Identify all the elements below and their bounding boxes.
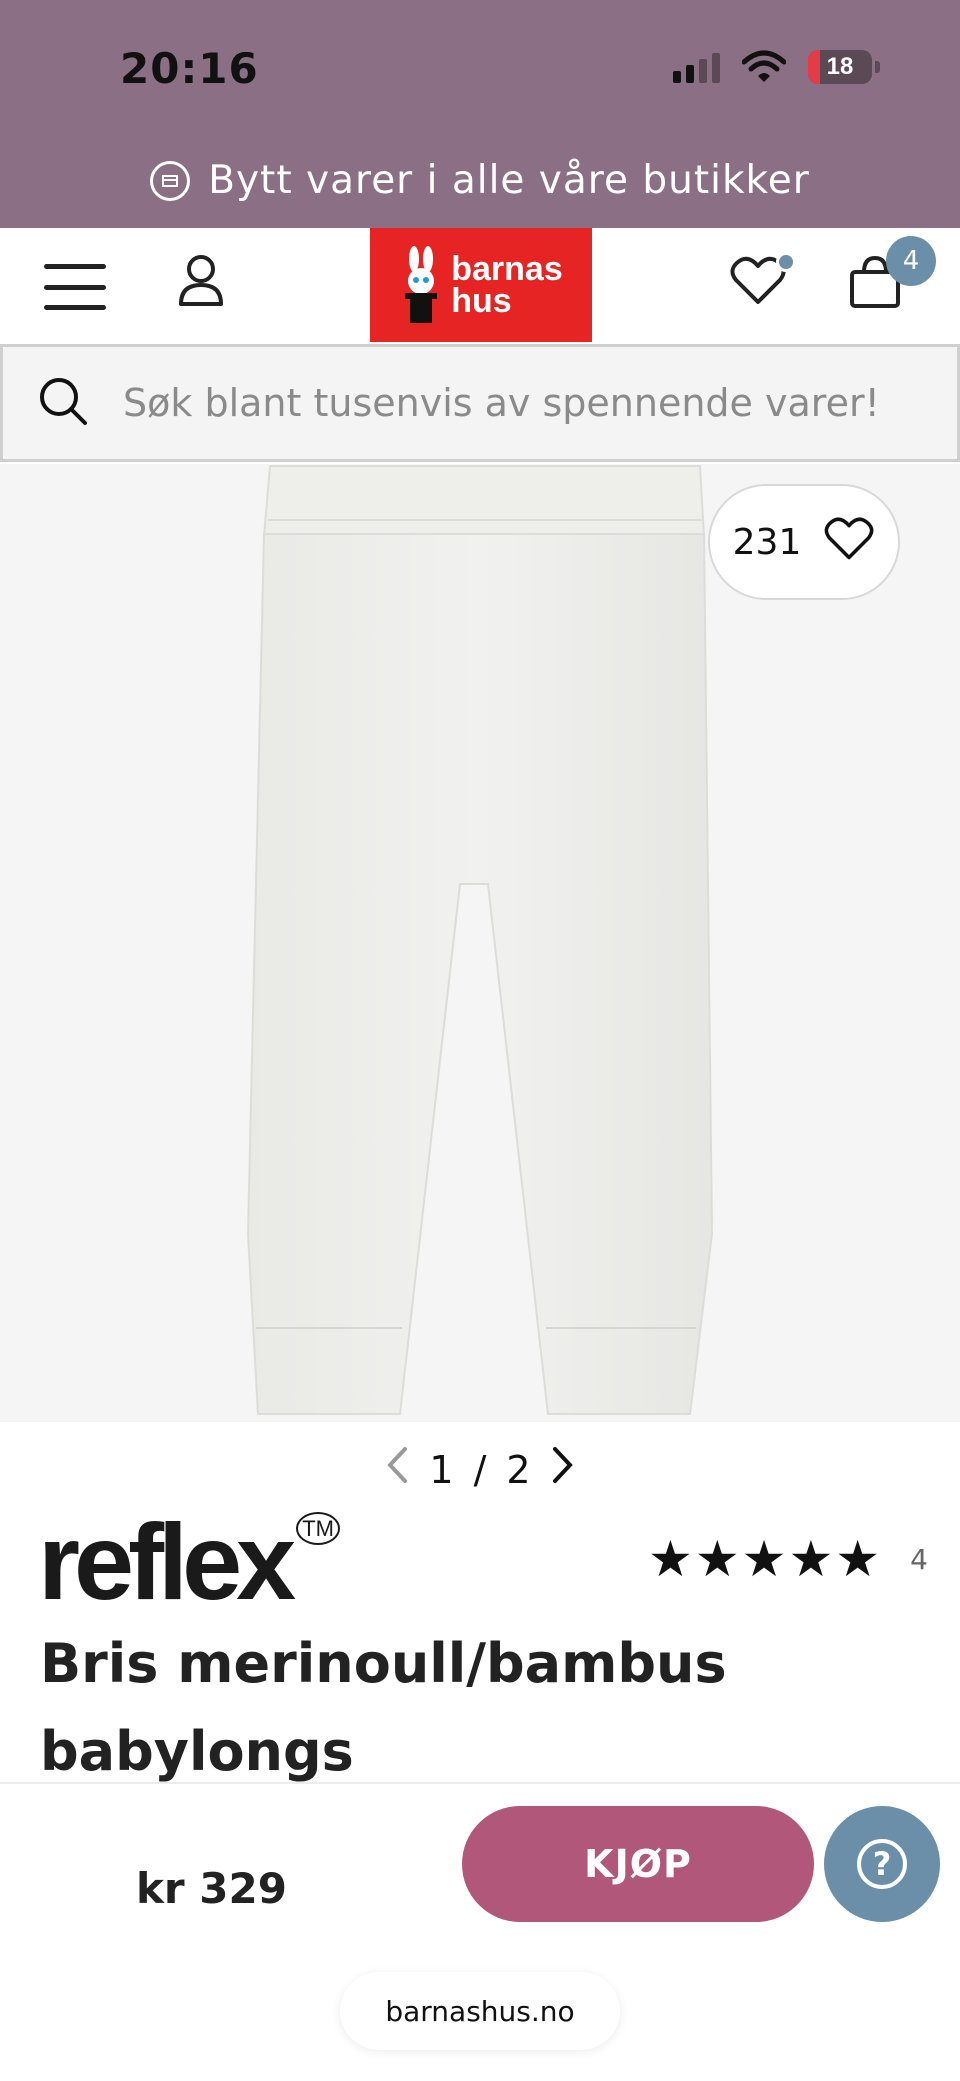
status-time: 20:16 [120,44,259,93]
site-logo[interactable]: barnas hus [370,228,592,342]
image-total: 2 [506,1447,531,1492]
top-banner: 20:16 18 Bytt varer i alle våre butikker [0,0,960,228]
status-icons: 18 [673,50,880,84]
rating-stars: ★★★★★ [648,1530,883,1588]
promo-banner[interactable]: Bytt varer i alle våre butikker [0,158,960,203]
product-rating[interactable]: ★★★★★ 4 [648,1530,928,1588]
help-button[interactable]: ? [824,1806,940,1922]
product-price: kr 329 [136,1864,287,1913]
cellular-signal-icon [673,51,720,83]
product-photo-leggings [246,465,714,1415]
image-index: 1 [429,1447,454,1492]
cart-count-badge: 4 [886,236,936,286]
battery-icon: 18 [808,50,872,84]
wishlist-indicator [776,252,796,272]
product-title: Bris merinoull/bambus babylongs [40,1632,727,1783]
like-count: 231 [732,521,802,563]
image-separator: / [473,1447,487,1492]
search-input[interactable]: Søk blant tusenvis av spennende varer! [123,381,880,425]
chevron-left-icon[interactable] [385,1446,409,1493]
trademark-mark: TM [296,1512,340,1545]
user-icon[interactable] [176,252,226,312]
purchase-bar: kr 329 KJØP ? barnashus.no [0,1782,960,2081]
rabbit-logo-icon [405,246,438,323]
heart-icon [823,515,875,570]
battery-level: 18 [826,53,854,80]
search-icon [37,375,89,431]
browser-url-bar[interactable]: barnashus.no [340,1972,620,2050]
favorite-button[interactable]: 231 [708,484,900,600]
logo-line2: hus [451,282,512,320]
brand-name: reflex [38,1501,296,1622]
search-bar[interactable]: Søk blant tusenvis av spennende varer! [0,344,960,462]
buy-button[interactable]: KJØP [462,1806,814,1922]
exchange-icon [150,160,191,201]
rating-count: 4 [910,1542,928,1576]
wifi-icon [742,50,786,84]
logo-line1: barnas [451,250,563,288]
product-image[interactable] [0,464,960,1422]
promo-text: Bytt varer i alle våre butikker [208,158,810,203]
image-pager: 1 / 2 [0,1446,960,1493]
brand-logo[interactable]: reflex TM [38,1508,340,1616]
question-icon: ? [857,1839,907,1889]
menu-icon[interactable] [44,264,106,310]
site-header: barnas hus 4 [0,228,960,342]
chevron-right-icon[interactable] [551,1446,575,1493]
